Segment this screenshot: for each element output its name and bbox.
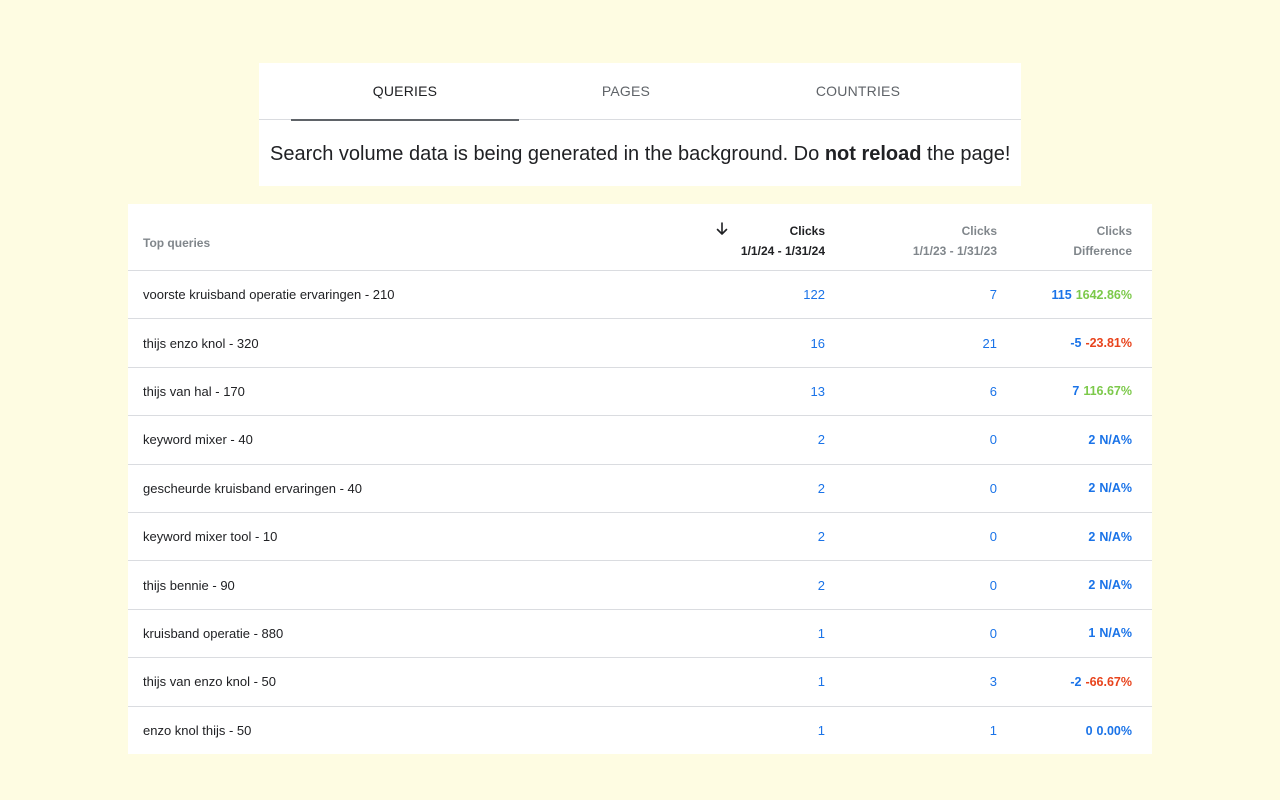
queries-table: Top queries Clicks 1/1/24 - 1/31/24 Clic… bbox=[128, 204, 1152, 754]
header-clicks-difference-title: Clicks bbox=[1096, 224, 1132, 238]
difference-absolute: -5 bbox=[1070, 336, 1082, 351]
clicks-current: 16 bbox=[810, 335, 825, 351]
tab-pages[interactable]: PAGES bbox=[519, 63, 733, 119]
difference-percent: N/A% bbox=[1099, 626, 1132, 641]
table-row[interactable]: thijs van enzo knol - 50 1 3 -2 -66.67% bbox=[128, 658, 1152, 707]
clicks-difference: 0 0.00% bbox=[972, 707, 1132, 755]
clicks-difference: 2 N/A% bbox=[972, 513, 1132, 560]
query-text[interactable]: kruisband operatie - 880 bbox=[143, 610, 283, 657]
tabs-card: QUERIES PAGES COUNTRIES Search volume da… bbox=[259, 63, 1021, 186]
difference-percent: N/A% bbox=[1099, 529, 1132, 544]
difference-percent: 0.00% bbox=[1096, 723, 1132, 738]
tab-countries[interactable]: COUNTRIES bbox=[733, 63, 983, 119]
notice-text-bold: not reload bbox=[824, 143, 922, 165]
clicks-current: 1 bbox=[817, 674, 825, 690]
query-text[interactable]: keyword mixer - 40 bbox=[143, 416, 253, 463]
difference-absolute: 115 bbox=[1051, 287, 1072, 302]
table-row[interactable]: keyword mixer - 40 2 0 2 N/A% bbox=[128, 416, 1152, 465]
clicks-difference: 115 1642.86% bbox=[972, 271, 1132, 318]
clicks-current: 1 bbox=[817, 625, 825, 641]
table-row[interactable]: thijs bennie - 90 2 0 2 N/A% bbox=[128, 561, 1152, 610]
difference-percent: 116.67% bbox=[1083, 384, 1132, 399]
difference-absolute: 2 bbox=[1088, 529, 1096, 544]
header-top-queries: Top queries bbox=[143, 236, 211, 250]
query-text[interactable]: enzo knol thijs - 50 bbox=[143, 707, 251, 755]
table-row[interactable]: enzo knol thijs - 50 1 1 0 0.00% bbox=[128, 707, 1152, 755]
query-text[interactable]: voorste kruisband operatie ervaringen - … bbox=[143, 271, 394, 318]
difference-absolute: 7 bbox=[1072, 384, 1080, 399]
table-row[interactable]: thijs van hal - 170 13 6 7 116.67% bbox=[128, 368, 1152, 417]
notice-text-after: the page! bbox=[921, 143, 1011, 165]
clicks-current: 2 bbox=[817, 480, 825, 496]
difference-absolute: -2 bbox=[1070, 674, 1082, 689]
clicks-difference: 2 N/A% bbox=[972, 416, 1132, 463]
table-row[interactable]: gescheurde kruisband ervaringen - 40 2 0 2 N… bbox=[128, 465, 1152, 513]
query-text[interactable]: gescheurde kruisband ervaringen - 40 bbox=[143, 465, 362, 512]
table-body: voorste kruisband operatie ervaringen - … bbox=[128, 271, 1152, 755]
difference-absolute: 1 bbox=[1088, 626, 1096, 641]
tab-bar: QUERIES PAGES COUNTRIES bbox=[259, 63, 1021, 121]
clicks-current: 1 bbox=[817, 723, 825, 739]
query-text[interactable]: keyword mixer tool - 10 bbox=[143, 513, 277, 560]
clicks-current: 13 bbox=[810, 383, 825, 399]
difference-percent: N/A% bbox=[1099, 432, 1132, 447]
background-notice: Search volume data is being generated in… bbox=[270, 143, 1010, 166]
difference-percent: N/A% bbox=[1099, 578, 1132, 593]
header-clicks-current[interactable]: Clicks 1/1/24 - 1/31/24 bbox=[685, 221, 825, 261]
table-row[interactable]: keyword mixer tool - 10 2 0 2 N/A% bbox=[128, 513, 1152, 562]
difference-absolute: 2 bbox=[1088, 578, 1096, 593]
clicks-difference: 1 N/A% bbox=[972, 610, 1132, 657]
clicks-current: 2 bbox=[817, 529, 825, 545]
header-clicks-current-title: Clicks bbox=[789, 224, 825, 238]
header-clicks-previous[interactable]: Clicks 1/1/23 - 1/31/23 bbox=[857, 221, 997, 261]
tab-queries[interactable]: QUERIES bbox=[291, 63, 519, 121]
table-header: Top queries Clicks 1/1/24 - 1/31/24 Clic… bbox=[128, 204, 1152, 271]
header-clicks-difference[interactable]: Clicks Difference bbox=[1012, 221, 1132, 261]
clicks-current: 122 bbox=[803, 287, 825, 303]
table-row[interactable]: kruisband operatie - 880 1 0 1 N/A% bbox=[128, 610, 1152, 659]
table-row[interactable]: voorste kruisband operatie ervaringen - … bbox=[128, 271, 1152, 320]
table-row[interactable]: thijs enzo knol - 320 16 21 -5 -23.81% bbox=[128, 319, 1152, 368]
query-text[interactable]: thijs enzo knol - 320 bbox=[143, 319, 259, 366]
query-text[interactable]: thijs van hal - 170 bbox=[143, 368, 245, 415]
difference-percent: N/A% bbox=[1099, 481, 1132, 496]
difference-percent: -66.67% bbox=[1085, 674, 1132, 689]
clicks-current: 2 bbox=[817, 577, 825, 593]
clicks-difference: 2 N/A% bbox=[972, 465, 1132, 512]
difference-absolute: 2 bbox=[1088, 432, 1096, 447]
clicks-difference: 2 N/A% bbox=[972, 561, 1132, 608]
clicks-difference: 7 116.67% bbox=[972, 368, 1132, 415]
header-clicks-current-range: 1/1/24 - 1/31/24 bbox=[740, 244, 825, 258]
clicks-difference: -5 -23.81% bbox=[972, 319, 1132, 366]
difference-percent: 1642.86% bbox=[1075, 287, 1132, 302]
difference-absolute: 2 bbox=[1088, 481, 1096, 496]
query-text[interactable]: thijs bennie - 90 bbox=[143, 561, 235, 608]
header-clicks-difference-sub: Difference bbox=[1073, 244, 1132, 258]
clicks-difference: -2 -66.67% bbox=[972, 658, 1132, 705]
header-clicks-previous-range: 1/1/23 - 1/31/23 bbox=[912, 244, 997, 258]
difference-absolute: 0 bbox=[1085, 723, 1093, 738]
query-text[interactable]: thijs van enzo knol - 50 bbox=[143, 658, 276, 705]
difference-percent: -23.81% bbox=[1085, 336, 1132, 351]
notice-text-before: Search volume data is being generated in… bbox=[270, 143, 825, 165]
clicks-current: 2 bbox=[817, 432, 825, 448]
header-clicks-previous-title: Clicks bbox=[961, 224, 997, 238]
